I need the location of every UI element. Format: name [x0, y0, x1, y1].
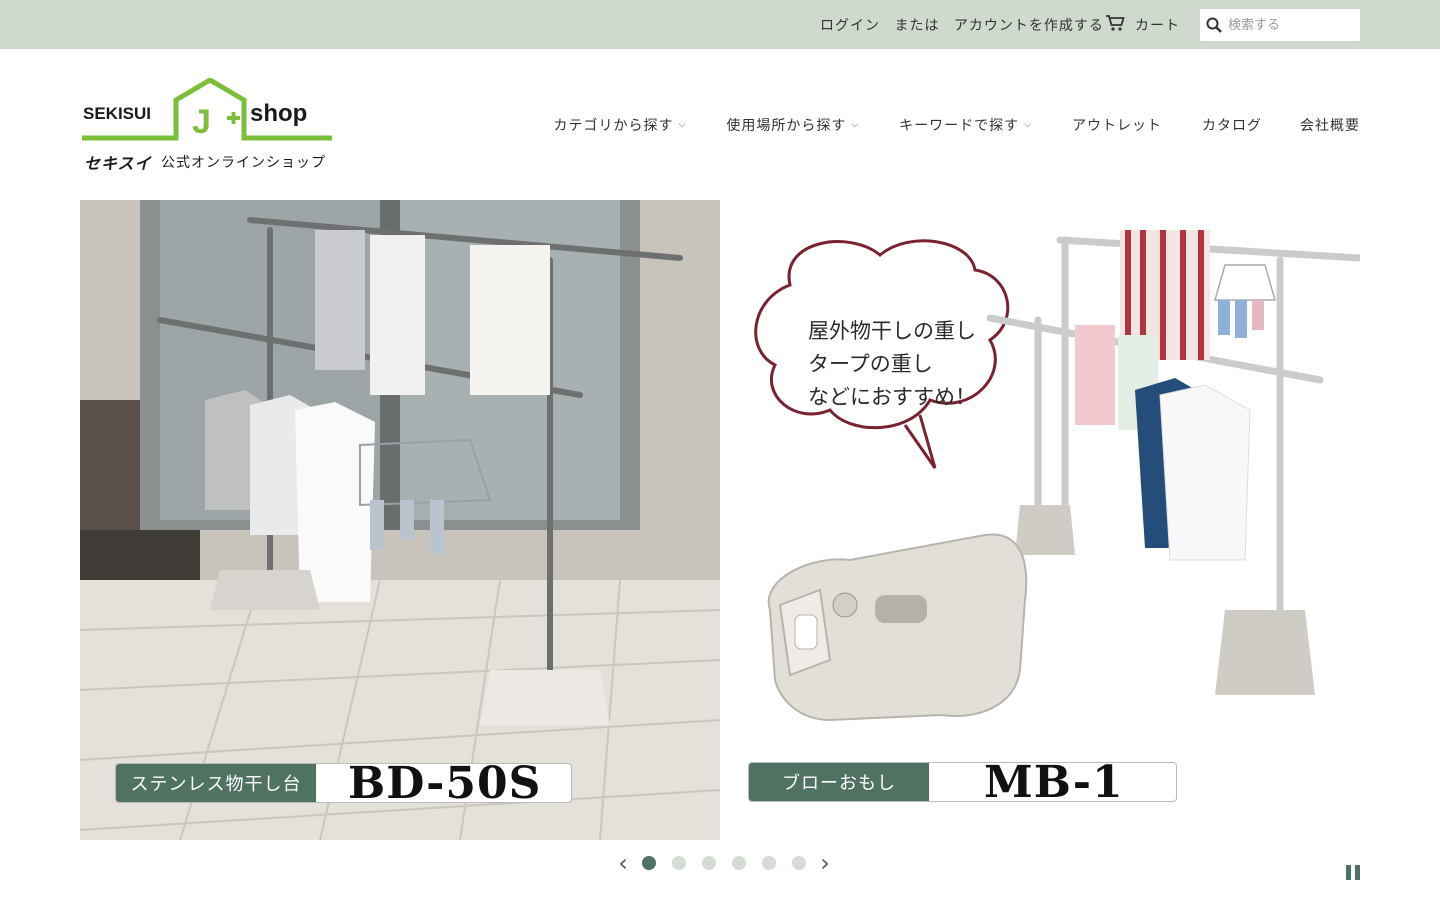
bubble-line: などにおすすめ！: [808, 385, 976, 409]
product-category-tag: ステンレス物干し台: [116, 764, 316, 802]
nav-item-category[interactable]: カテゴリから探す ⌵: [554, 115, 687, 135]
top-utility-bar: ログイン または アカウントを作成する カート: [0, 0, 1440, 49]
nav-item-company[interactable]: 会社概要: [1300, 115, 1360, 135]
logo-brand-left: SEKISUI: [83, 104, 152, 123]
nav-item-outlet[interactable]: アウトレット: [1072, 115, 1162, 135]
chevron-right-icon[interactable]: ›: [814, 851, 836, 875]
nav-label: カテゴリから探す: [553, 118, 674, 134]
nav-label: カタログ: [1202, 118, 1262, 134]
nav-item-keyword[interactable]: キーワードで探す ⌵: [899, 115, 1032, 135]
cart-icon: [1105, 14, 1125, 36]
speech-bubble-text: 屋外物干しの重し タープの重し などにおすすめ！: [808, 315, 976, 414]
slider-dot[interactable]: [642, 856, 656, 870]
bubble-line: タープの重し: [808, 352, 933, 376]
cart-link[interactable]: カート: [1105, 14, 1180, 36]
slider-dot[interactable]: [732, 856, 746, 870]
slider-dot[interactable]: [792, 856, 806, 870]
search-icon[interactable]: [1200, 17, 1228, 33]
chevron-down-icon: ⌵: [678, 120, 687, 130]
nav-label: キーワードで探す: [899, 118, 1020, 134]
search-input[interactable]: [1228, 17, 1353, 33]
nav-label: 使用場所から探す: [726, 118, 847, 134]
logo-brand-right: shop: [250, 100, 308, 127]
login-link[interactable]: ログイン: [820, 18, 880, 34]
bubble-line: 屋外物干しの重し: [808, 319, 976, 343]
nav-label: アウトレット: [1072, 118, 1162, 134]
slider-dot[interactable]: [702, 856, 716, 870]
nav-label: 会社概要: [1300, 118, 1360, 134]
chevron-down-icon: ⌵: [1024, 120, 1032, 130]
nav-item-location[interactable]: 使用場所から探す ⌵: [726, 115, 859, 135]
logo-sub-brand: セキスイ: [84, 156, 152, 173]
slider-pagination: ‹ ›: [612, 851, 836, 875]
slide-caption: ブローおもし MB-1: [748, 762, 1177, 802]
drying-rack-photo: [80, 200, 720, 840]
hero-slide-mb1[interactable]: 屋外物干しの重し タープの重し などにおすすめ！ ブローおもし MB-1: [720, 200, 1360, 840]
search-box: [1200, 9, 1360, 41]
hero-slide-bd50s[interactable]: ステンレス物干し台 BD-50S: [80, 200, 720, 840]
site-logo[interactable]: J SEKISUI shop セキスイ 公式オンラインショップ: [80, 78, 336, 174]
account-links: ログイン または アカウントを作成する: [820, 15, 1113, 35]
create-account-link[interactable]: アカウントを作成する: [954, 18, 1104, 34]
chevron-down-icon: ⌵: [851, 120, 860, 130]
slider-dot[interactable]: [762, 856, 776, 870]
svg-text:J: J: [192, 103, 211, 141]
or-text: または: [894, 18, 940, 34]
chevron-left-icon[interactable]: ‹: [612, 851, 634, 875]
product-model: MB-1: [984, 762, 1124, 802]
logo-tagline: 公式オンラインショップ: [161, 155, 326, 171]
nav-item-catalog[interactable]: カタログ: [1202, 115, 1262, 135]
blow-weight-photo: [754, 230, 1360, 722]
slide-caption: ステンレス物干し台 BD-50S: [115, 763, 572, 803]
product-model: BD-50S: [348, 763, 542, 803]
product-category-tag: ブローおもし: [749, 763, 929, 801]
cart-label: カート: [1135, 18, 1180, 34]
pause-icon[interactable]: [1346, 865, 1360, 880]
slider-dot[interactable]: [672, 856, 686, 870]
main-nav: カテゴリから探す ⌵ 使用場所から探す ⌵ キーワードで探す ⌵ アウトレット カタロ…: [554, 115, 1360, 135]
